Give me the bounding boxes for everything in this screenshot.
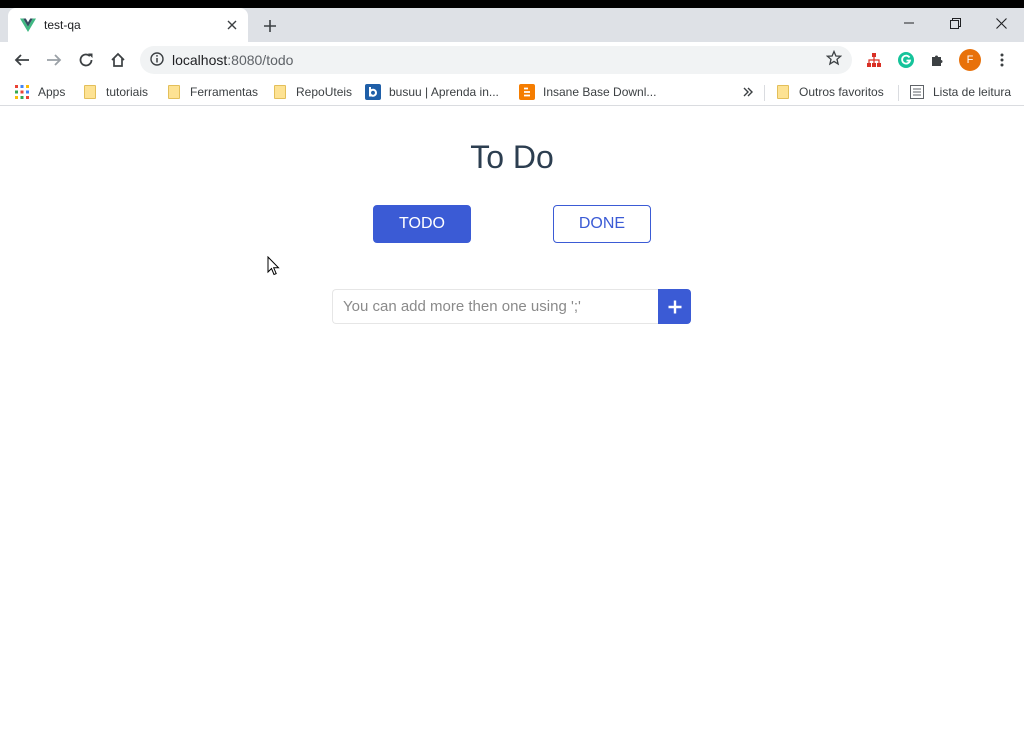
- grammarly-icon[interactable]: [895, 49, 917, 71]
- close-window-icon[interactable]: [978, 8, 1024, 38]
- restore-icon[interactable]: [932, 8, 978, 38]
- browser-menu-icon[interactable]: [991, 49, 1013, 71]
- bookmark-label: Lista de leitura: [933, 85, 1012, 99]
- bookmark-label: RepoUteis: [296, 85, 353, 99]
- bookmark-label: Outros favoritos: [799, 85, 884, 99]
- profile-initial: F: [966, 54, 974, 66]
- tab-title: test-qa: [44, 18, 81, 32]
- bookmarks-bar: Apps tutoriais Ferramentas RepoUteis bus…: [0, 78, 1024, 106]
- folder-icon: [82, 84, 98, 100]
- bookmarks-divider: [898, 85, 899, 101]
- forward-icon[interactable]: [42, 48, 66, 72]
- folder-icon: [775, 84, 791, 100]
- url-host: localhost: [172, 52, 228, 68]
- close-tab-icon[interactable]: [224, 17, 240, 33]
- bookmark-label: Insane Base Downl...: [543, 85, 657, 99]
- home-icon[interactable]: [106, 48, 130, 72]
- reload-icon[interactable]: [74, 48, 98, 72]
- plus-icon: [668, 300, 681, 313]
- bookmark-label: tutoriais: [106, 85, 149, 99]
- done-tab-button[interactable]: DONE: [553, 205, 651, 243]
- address-bar[interactable]: localhost:8080/todo: [140, 46, 852, 74]
- bookmark-busuu[interactable]: busuu | Aprenda in...: [365, 83, 499, 101]
- bookmark-repouteis[interactable]: RepoUteis: [272, 83, 352, 101]
- bookmarks-divider: [764, 85, 765, 101]
- profile-avatar[interactable]: F: [959, 49, 981, 71]
- extensions-puzzle-icon[interactable]: [927, 49, 949, 71]
- screen-top-strip: [0, 0, 1024, 8]
- reading-list-icon: [909, 84, 925, 100]
- bookmark-tutoriais[interactable]: tutoriais: [82, 83, 148, 101]
- folder-icon: [272, 84, 288, 100]
- sitemap-extension-icon[interactable]: [863, 49, 885, 71]
- bookmark-insane-base[interactable]: Insane Base Downl...: [519, 83, 656, 101]
- browser-tab[interactable]: test-qa: [8, 8, 248, 42]
- bookmarks-overflow-icon[interactable]: [742, 83, 754, 101]
- back-icon[interactable]: [10, 48, 34, 72]
- new-todo-input[interactable]: [332, 289, 658, 324]
- bookmark-ferramentas[interactable]: Ferramentas: [166, 83, 258, 101]
- bookmark-reading-list[interactable]: Lista de leitura: [909, 83, 1011, 101]
- new-tab-icon[interactable]: [258, 14, 282, 38]
- bookmark-star-icon[interactable]: [825, 49, 843, 70]
- folder-icon: [166, 84, 182, 100]
- url-text: localhost:8080/todo: [172, 52, 826, 68]
- bookmark-label: busuu | Aprenda in...: [389, 85, 499, 99]
- mouse-cursor-icon: [267, 256, 280, 276]
- blogger-icon: [519, 84, 535, 100]
- minimize-icon[interactable]: [886, 8, 932, 38]
- site-info-icon[interactable]: [150, 51, 164, 70]
- apps-grid-icon: [14, 84, 30, 100]
- bookmark-label: Ferramentas: [190, 85, 259, 99]
- bookmark-label: Apps: [38, 85, 66, 99]
- busuu-icon: [365, 84, 381, 100]
- todo-tab-button[interactable]: TODO: [373, 205, 471, 243]
- url-path: :8080/todo: [227, 52, 294, 68]
- bookmark-outros-favoritos[interactable]: Outros favoritos: [775, 83, 884, 101]
- browser-toolbar: localhost:8080/todo F: [0, 42, 1024, 78]
- page-title: To Do: [470, 139, 554, 175]
- page-content: To Do TODO DONE: [0, 107, 1024, 736]
- add-todo-button[interactable]: [658, 289, 691, 324]
- bookmark-apps[interactable]: Apps: [14, 83, 65, 101]
- vue-favicon-icon: [20, 17, 36, 33]
- add-todo-form: [332, 289, 691, 324]
- browser-titlebar: test-qa: [0, 8, 1024, 42]
